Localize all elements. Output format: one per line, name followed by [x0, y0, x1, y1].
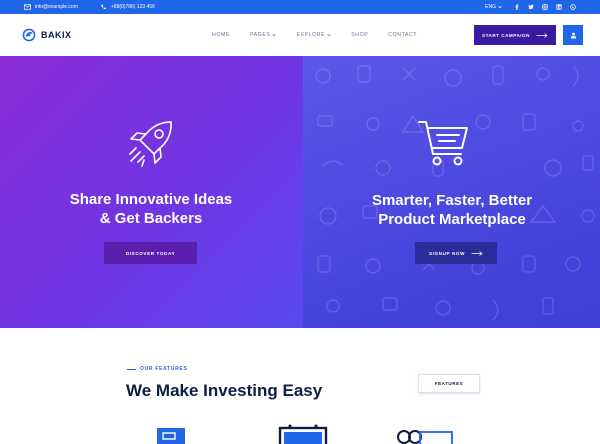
camera-budget-icon — [397, 430, 453, 444]
nav-label: HOME — [212, 32, 230, 38]
arrow-right-icon — [536, 32, 548, 38]
arrow-right-icon — [471, 250, 483, 256]
nav-item-contact[interactable]: CONTACT — [388, 32, 417, 38]
chevron-down-icon — [327, 33, 331, 37]
signup-now-button[interactable]: SIGNUP NOW — [415, 242, 497, 264]
instagram-icon[interactable] — [542, 4, 548, 10]
chevron-down-icon — [498, 5, 502, 9]
rocket-icon — [129, 121, 172, 167]
envelope-icon — [24, 4, 31, 10]
top-bar: info@example.com +88(0)786) 123 456 ENG — [0, 0, 600, 14]
user-account-button[interactable] — [563, 25, 583, 45]
discover-today-button[interactable]: DISCOVER TODAY — [104, 242, 197, 264]
language-selector[interactable]: ENG — [485, 4, 502, 10]
nav-label: CONTACT — [388, 32, 418, 38]
hero-title-line: Share Innovative Ideas — [69, 191, 233, 208]
linkedin-icon[interactable] — [556, 4, 562, 10]
nav-label: EXPLORE — [296, 32, 326, 38]
logo-mark-icon — [22, 28, 36, 42]
facebook-icon[interactable] — [514, 4, 520, 10]
nav-label: PAGES — [249, 32, 271, 38]
hero-panel-marketplace: Smarter, Faster, Better Product Marketpl… — [303, 56, 600, 328]
signup-now-label: SIGNUP NOW — [428, 250, 466, 256]
hero-title-line: & Get Backers — [99, 210, 203, 227]
nav-item-home[interactable]: HOME — [212, 32, 230, 38]
features-button-label: FEATURES — [434, 381, 464, 386]
discover-today-label: DISCOVER TODAY — [125, 250, 176, 256]
language-label: ENG — [485, 4, 496, 10]
hero-title-line: Smarter, Faster, Better — [371, 192, 533, 209]
site-header: BAKIX HOME PAGES EXPLORE SHOP CONTACT ST… — [0, 14, 600, 56]
features-title: We Make Investing Easy — [126, 381, 323, 400]
investment-doc-icon — [157, 428, 185, 444]
phone-text: +88(0)786) 123 456 — [110, 4, 155, 10]
chevron-down-icon — [272, 33, 277, 37]
email-text: info@example.com — [35, 4, 78, 10]
nav-item-pages[interactable]: PAGES — [250, 32, 277, 38]
phone-icon — [101, 4, 106, 10]
nav-label: SHOP — [351, 32, 369, 38]
email-contact[interactable]: info@example.com — [24, 4, 78, 10]
hero-panel-backers: Share Innovative Ideas & Get Backers DIS… — [0, 56, 303, 328]
main-nav: HOME PAGES EXPLORE SHOP CONTACT — [212, 32, 437, 38]
hero-title-backers: Share Innovative Ideas & Get Backers — [40, 190, 262, 228]
subtitle-line — [127, 368, 136, 370]
briefcase-icon — [278, 424, 328, 444]
nav-item-shop[interactable]: SHOP — [351, 32, 368, 38]
phone-contact[interactable]: +88(0)786) 123 456 — [100, 4, 155, 10]
features-subtitle-text: OUR FEATURES — [140, 366, 188, 372]
features-subtitle: OUR FEATURES — [127, 366, 187, 372]
nav-item-explore[interactable]: EXPLORE — [296, 32, 331, 38]
hero-title-marketplace: Smarter, Faster, Better Product Marketpl… — [329, 191, 575, 229]
shopping-cart-icon — [418, 121, 468, 166]
hero-title-line: Product Marketplace — [378, 211, 526, 228]
twitter-icon[interactable] — [528, 4, 534, 10]
start-campaign-button[interactable]: START CAMPAIGN — [474, 25, 556, 45]
whatsapp-icon[interactable] — [570, 4, 576, 10]
logo[interactable]: BAKIX — [22, 28, 72, 42]
user-icon — [570, 32, 576, 38]
start-campaign-label: START CAMPAIGN — [482, 32, 530, 38]
features-button[interactable]: FEATURES — [418, 374, 480, 393]
logo-text: BAKIX — [41, 30, 72, 40]
